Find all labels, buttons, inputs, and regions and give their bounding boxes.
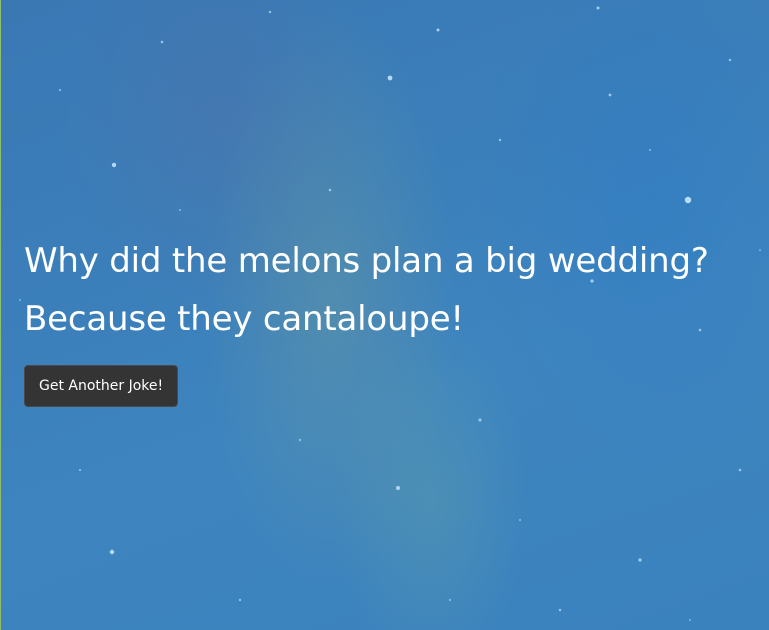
joke-punchline: Because they cantaloupe! xyxy=(24,299,464,339)
get-another-joke-button[interactable]: Get Another Joke! xyxy=(24,365,179,407)
joke-container: Why did the melons plan a big wedding? B… xyxy=(24,232,764,407)
joke-setup: Why did the melons plan a big wedding? xyxy=(24,241,709,281)
